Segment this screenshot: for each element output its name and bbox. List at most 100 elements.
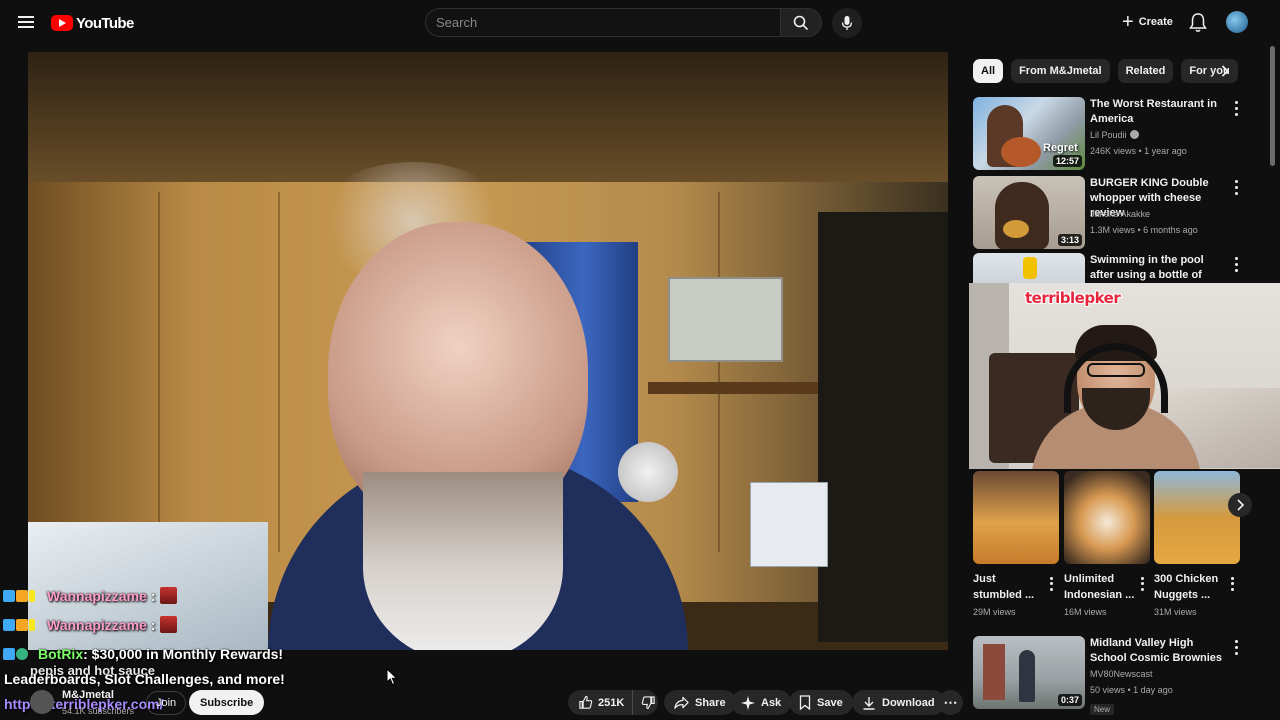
video-menu-button[interactable] bbox=[1231, 178, 1241, 196]
thumbnail-burger bbox=[1003, 220, 1029, 238]
video-thumbnail[interactable] bbox=[973, 253, 1085, 283]
more-actions-button[interactable]: ⋯ bbox=[938, 690, 963, 715]
short-menu-button[interactable] bbox=[1047, 576, 1055, 592]
mouse-cursor-icon bbox=[386, 668, 398, 686]
video-title[interactable]: Swimming in the pool after using a bottl… bbox=[1090, 253, 1228, 283]
tier-badge-icon bbox=[29, 618, 35, 631]
short-item[interactable]: Just stumbled ... 29M views bbox=[973, 471, 1059, 617]
page-scrollbar[interactable] bbox=[1270, 46, 1275, 166]
subscriber-count: 54.1K subscribers bbox=[62, 706, 135, 716]
short-thumbnail[interactable] bbox=[973, 471, 1059, 564]
chip-from-channel[interactable]: From M&Jmetal bbox=[1011, 59, 1110, 83]
search-input[interactable] bbox=[425, 8, 781, 37]
chat-badges bbox=[3, 618, 35, 631]
shorts-next-button[interactable] bbox=[1228, 493, 1252, 517]
search-button[interactable] bbox=[780, 8, 822, 37]
video-player[interactable] bbox=[28, 52, 948, 650]
thumbs-down-icon bbox=[641, 696, 655, 710]
ask-button[interactable]: Ask bbox=[731, 690, 792, 715]
short-item[interactable]: Unlimited Indonesian ... 16M views bbox=[1064, 471, 1150, 617]
chip-all[interactable]: All bbox=[973, 59, 1004, 83]
save-button[interactable]: Save bbox=[789, 690, 853, 715]
channel-avatar[interactable] bbox=[30, 690, 54, 714]
download-button[interactable]: Download bbox=[852, 690, 945, 715]
plus-icon: + bbox=[1122, 11, 1134, 33]
recommended-video[interactable]: 3:13 BURGER KING Double whopper with che… bbox=[973, 176, 1253, 250]
short-views: 29M views bbox=[973, 607, 1016, 617]
chat-text: : $30,000 in Monthly Rewards! bbox=[83, 646, 284, 662]
chat-username: BotRix bbox=[38, 646, 84, 662]
join-button[interactable]: Join bbox=[146, 691, 187, 715]
short-thumbnail[interactable] bbox=[1064, 471, 1150, 564]
menu-icon[interactable] bbox=[18, 14, 36, 30]
bell-icon bbox=[1189, 13, 1207, 32]
wall-board-line bbox=[278, 192, 280, 552]
video-frame-box bbox=[750, 482, 828, 567]
chip-related[interactable]: Related bbox=[1117, 59, 1174, 83]
streamer-facecam: terriblepker bbox=[969, 283, 1280, 469]
video-title[interactable]: Midland Valley High School Cosmic Browni… bbox=[1090, 636, 1228, 666]
platform-badge-icon bbox=[3, 589, 15, 602]
microphone-icon bbox=[841, 16, 853, 30]
recommended-video[interactable]: 0:37 Midland Valley High School Cosmic B… bbox=[973, 636, 1253, 716]
notifications-button[interactable] bbox=[1188, 12, 1208, 34]
short-title[interactable]: Just stumbled ... bbox=[973, 571, 1045, 603]
chat-text: : bbox=[150, 616, 156, 633]
youtube-logo[interactable]: YouTube bbox=[51, 13, 134, 33]
video-thumbnail[interactable]: 3:13 bbox=[973, 176, 1085, 249]
video-meta: 50 views • 1 day ago bbox=[1090, 685, 1173, 695]
video-channel[interactable]: Lil Poudii bbox=[1090, 130, 1127, 140]
channel-name[interactable]: M&Jmetal bbox=[62, 689, 114, 701]
bookmark-icon bbox=[799, 695, 811, 710]
recommended-video[interactable]: Regret 12:57 The Worst Restaurant in Ame… bbox=[973, 97, 1253, 171]
wall-board-line bbox=[718, 192, 720, 552]
like-count: 251K bbox=[598, 696, 625, 709]
thumbs-up-icon bbox=[579, 695, 593, 709]
voice-search-button[interactable] bbox=[832, 8, 862, 38]
youtube-play-icon bbox=[51, 15, 73, 31]
download-icon bbox=[863, 696, 875, 710]
channel-name-row: Lil Poudii bbox=[1090, 130, 1139, 140]
download-label: Download bbox=[882, 696, 935, 709]
share-icon bbox=[674, 696, 689, 709]
video-menu-button[interactable] bbox=[1231, 255, 1241, 273]
more-horizontal-icon: ⋯ bbox=[943, 694, 958, 710]
chips-next-button[interactable] bbox=[1214, 60, 1236, 82]
short-title[interactable]: Unlimited Indonesian ... bbox=[1064, 571, 1136, 603]
subscribe-button[interactable]: Subscribe bbox=[189, 690, 265, 715]
chat-badges bbox=[3, 648, 28, 660]
video-channel[interactable]: MV80Newscast bbox=[1090, 669, 1153, 679]
chat-username: Wannapizzame bbox=[47, 616, 147, 633]
short-thumbnail[interactable] bbox=[1154, 471, 1240, 564]
video-title[interactable]: The Worst Restaurant in America bbox=[1090, 97, 1228, 127]
short-title[interactable]: 300 Chicken Nuggets ... bbox=[1154, 571, 1226, 603]
video-duration: 12:57 bbox=[1052, 155, 1082, 167]
create-button[interactable]: + Create bbox=[1116, 9, 1179, 35]
wall-board-line bbox=[158, 192, 160, 552]
short-item[interactable]: 300 Chicken Nuggets ... 31M views bbox=[1154, 471, 1240, 617]
recommended-video[interactable]: Swimming in the pool after using a bottl… bbox=[973, 253, 1253, 283]
video-frame-person-beard bbox=[363, 472, 563, 650]
like-dislike-group: 251K bbox=[568, 690, 658, 715]
video-menu-button[interactable] bbox=[1231, 99, 1241, 117]
video-thumbnail[interactable]: 0:37 bbox=[973, 636, 1085, 709]
tier-badge-icon bbox=[29, 589, 35, 602]
ask-label: Ask bbox=[761, 696, 782, 709]
dislike-button[interactable] bbox=[639, 690, 658, 715]
filter-chips: All From M&Jmetal Related For you bbox=[973, 59, 1238, 83]
short-menu-button[interactable] bbox=[1138, 576, 1146, 592]
chat-message: BotRix : $30,000 in Monthly Rewards! bbox=[3, 646, 283, 662]
short-menu-button[interactable] bbox=[1228, 576, 1236, 592]
video-frame-map bbox=[668, 277, 783, 362]
video-menu-button[interactable] bbox=[1231, 638, 1241, 656]
video-channel[interactable]: Jakeka Akakke bbox=[1090, 209, 1150, 219]
account-avatar[interactable] bbox=[1226, 11, 1248, 33]
logo-text: YouTube bbox=[76, 14, 134, 32]
like-button[interactable]: 251K bbox=[568, 690, 634, 715]
short-views: 31M views bbox=[1154, 607, 1197, 617]
share-button[interactable]: Share bbox=[664, 690, 736, 715]
search-icon bbox=[793, 15, 809, 30]
video-thumbnail[interactable]: Regret 12:57 bbox=[973, 97, 1085, 170]
platform-badge-icon bbox=[3, 618, 15, 631]
emote-icon bbox=[159, 587, 177, 604]
